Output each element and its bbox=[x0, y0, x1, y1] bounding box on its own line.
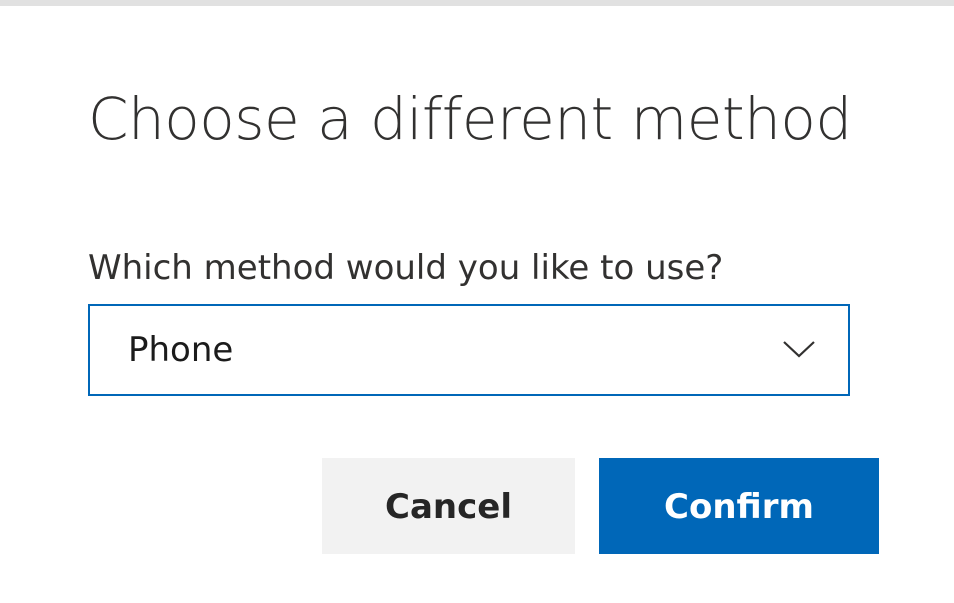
method-question-label: Which method would you like to use? bbox=[88, 248, 724, 288]
dialog-title: Choose a different method bbox=[88, 85, 852, 153]
confirm-button[interactable]: Confirm bbox=[599, 458, 879, 554]
chevron-down-icon bbox=[782, 338, 816, 360]
method-select-value: Phone bbox=[128, 330, 234, 370]
choose-method-dialog: Choose a different method Which method w… bbox=[0, 6, 954, 603]
method-select[interactable]: Phone bbox=[88, 304, 850, 396]
cancel-button[interactable]: Cancel bbox=[322, 458, 575, 554]
